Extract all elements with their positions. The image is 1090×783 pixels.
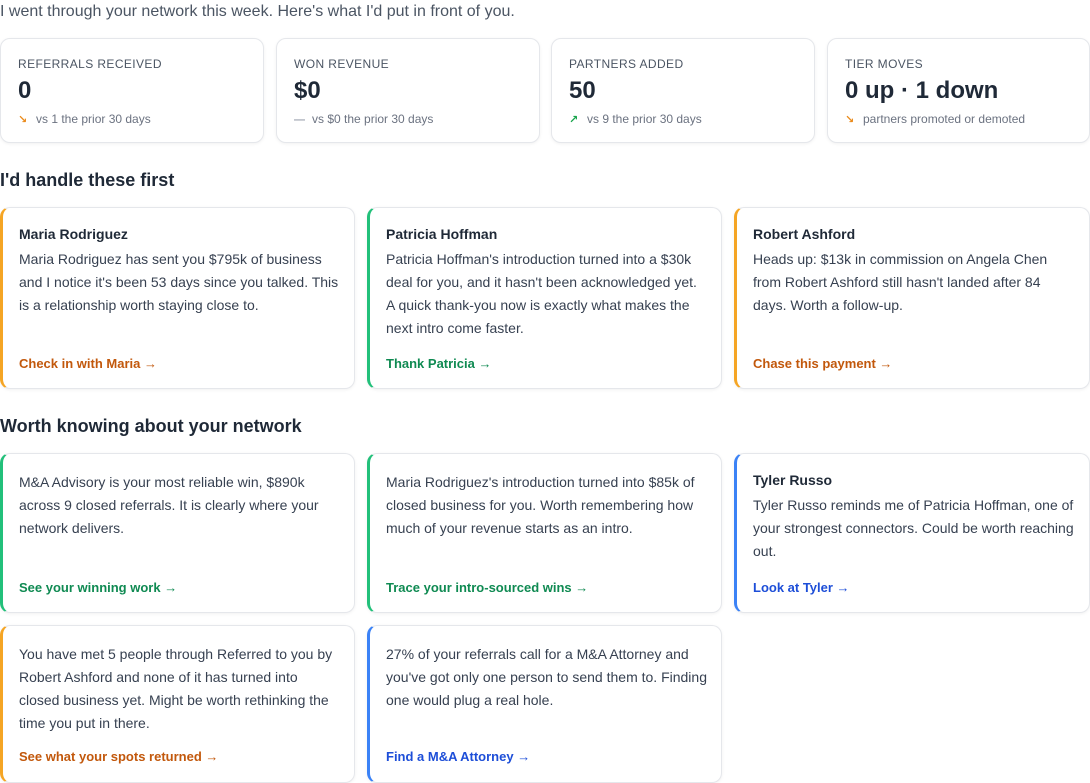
stat-comparison-text: vs 9 the prior 30 days <box>587 112 702 126</box>
insight-card-maria-rodriguez: Maria Rodriguez Maria Rodriguez has sent… <box>0 207 355 389</box>
stat-card-tier-moves: TIER MOVES 0 up · 1 down ↘ partners promo… <box>827 38 1090 143</box>
stat-label: PARTNERS ADDED <box>569 57 684 71</box>
card-title: Patricia Hoffman <box>386 226 498 242</box>
stat-value: $0 <box>294 77 321 104</box>
stat-label: TIER MOVES <box>845 57 924 71</box>
stat-card-referrals-received: REFERRALS RECEIVED 0 ↘ vs 1 the prior 30 … <box>0 38 264 143</box>
stat-comparison-text: vs 1 the prior 30 days <box>36 112 151 126</box>
card-body: M&A Advisory is your most reliable win, … <box>19 474 319 536</box>
trend-down-icon: ↘ <box>18 114 28 126</box>
chase-payment-link[interactable]: Chase this payment → <box>753 356 892 371</box>
stat-value: 0 <box>18 77 32 104</box>
insight-card-tyler-russo: Tyler Russo Tyler Russo reminds me of Pa… <box>734 453 1090 613</box>
card-body: You have met 5 people through Referred t… <box>19 646 333 731</box>
stat-card-won-revenue: WON REVENUE $0 — vs $0 the prior 30 days <box>276 38 540 143</box>
insight-card-winning-work: M&A Advisory is your most reliable win, … <box>0 453 355 613</box>
card-title: Maria Rodriguez <box>19 226 128 242</box>
stat-comparison-text: partners promoted or demoted <box>863 112 1026 126</box>
find-ma-attorney-link[interactable]: Find a M&A Attorney → <box>386 749 530 764</box>
stat-comparison: — vs $0 the prior 30 days <box>294 112 433 126</box>
stat-label: REFERRALS RECEIVED <box>18 57 162 71</box>
card-body: Heads up: $13k in commission on Angela C… <box>753 251 1048 313</box>
stat-comparison: ↘ vs 1 the prior 30 days <box>18 112 151 126</box>
stat-label: WON REVENUE <box>294 57 390 71</box>
look-at-tyler-link[interactable]: Look at Tyler → <box>753 580 850 595</box>
card-body: Patricia Hoffman's introduction turned i… <box>386 251 697 336</box>
insight-card-intro-sourced-wins: Maria Rodriguez's introduction turned in… <box>367 453 722 613</box>
trace-intro-wins-link[interactable]: Trace your intro-sourced wins → <box>386 580 588 595</box>
stat-comparison: ↗ vs 9 the prior 30 days <box>569 112 702 126</box>
section-heading-network: Worth knowing about your network <box>0 416 302 436</box>
trend-up-icon: ↗ <box>569 114 579 126</box>
stats-row: REFERRALS RECEIVED 0 ↘ vs 1 the prior 30 … <box>0 38 1090 143</box>
insight-card-ma-attorney: 27% of your referrals call for a M&A Att… <box>367 625 722 783</box>
stat-comparison-text: vs $0 the prior 30 days <box>312 112 434 126</box>
trend-down-icon: ↘ <box>845 114 855 126</box>
stat-comparison: ↘ partners promoted or demoted <box>845 112 1025 126</box>
card-title: Robert Ashford <box>753 226 856 242</box>
see-winning-work-link[interactable]: See your winning work → <box>19 580 177 595</box>
stat-value: 0 up · 1 down <box>845 77 999 104</box>
trend-flat-icon: — <box>294 114 305 126</box>
thank-patricia-link[interactable]: Thank Patricia → <box>386 356 491 371</box>
insight-card-spots-returned: You have met 5 people through Referred t… <box>0 625 355 783</box>
card-body: Tyler Russo reminds me of Patricia Hoffm… <box>753 497 1074 559</box>
stat-card-partners-added: PARTNERS ADDED 50 ↗ vs 9 the prior 30 day… <box>551 38 815 143</box>
section-heading-handle-first: I'd handle these first <box>0 170 175 190</box>
check-in-with-maria-link[interactable]: Check in with Maria → <box>19 356 157 371</box>
stat-value: 50 <box>569 77 596 104</box>
card-body: Maria Rodriguez has sent you $795k of bu… <box>19 251 339 313</box>
insight-card-robert-ashford: Robert Ashford Heads up: $13k in commiss… <box>734 207 1090 389</box>
card-body: Maria Rodriguez's introduction turned in… <box>386 474 695 536</box>
card-body: 27% of your referrals call for a M&A Att… <box>386 646 707 708</box>
card-title: Tyler Russo <box>753 472 833 488</box>
see-spots-returned-link[interactable]: See what your spots returned → <box>19 749 218 764</box>
intro-text: I went through your network this week. H… <box>0 3 515 20</box>
insight-card-patricia-hoffman: Patricia Hoffman Patricia Hoffman's intr… <box>367 207 722 389</box>
